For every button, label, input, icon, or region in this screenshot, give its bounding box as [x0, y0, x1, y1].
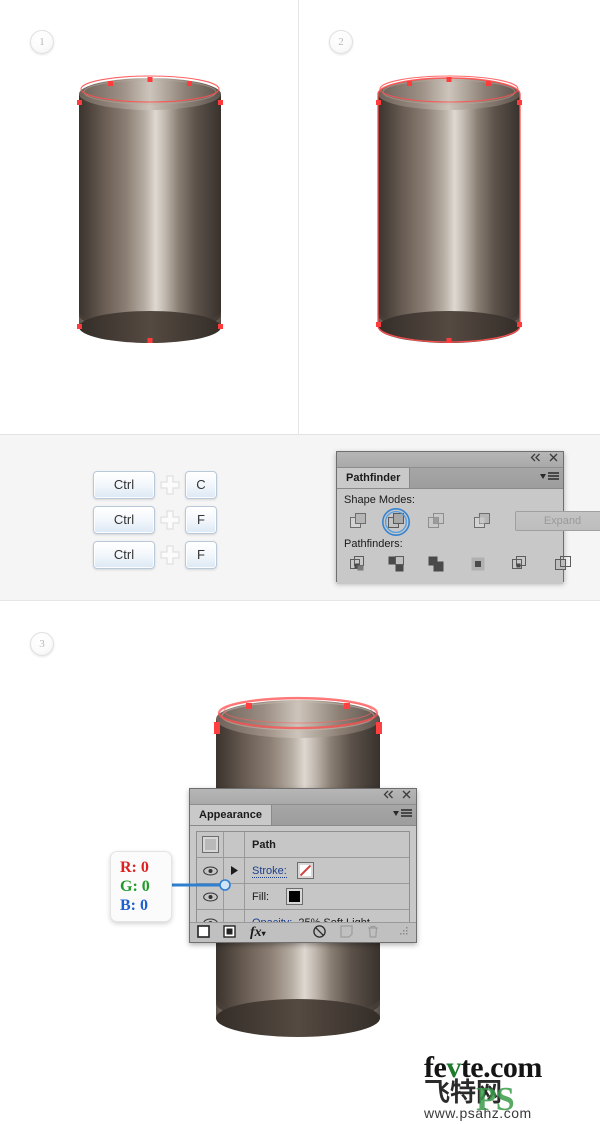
selected-ring-icon: [382, 508, 410, 536]
rgb-r-value: R: 0: [120, 859, 149, 876]
pathfinder-merge-button[interactable]: [423, 553, 449, 575]
pathfinder-titlebar: [337, 452, 563, 468]
pathfinder-divide-button[interactable]: [345, 553, 371, 575]
key-ctrl-2[interactable]: Ctrl: [93, 506, 155, 534]
shape-modes-label: Shape Modes:: [344, 494, 415, 506]
panel-menu-icon[interactable]: [393, 809, 412, 818]
appearance-object-label: Path: [252, 838, 276, 851]
key-ctrl-3[interactable]: Ctrl: [93, 541, 155, 569]
pathfinder-minus-back-button[interactable]: [550, 553, 576, 575]
collapse-icon[interactable]: [383, 790, 394, 799]
shortcut-row-3: Ctrl F: [93, 541, 217, 569]
fill-swatch-black-icon[interactable]: [286, 888, 304, 905]
resize-grip-icon[interactable]: [400, 926, 409, 939]
close-icon[interactable]: [549, 453, 558, 462]
appearance-titlebar: [190, 789, 416, 805]
key-c[interactable]: C: [185, 471, 217, 499]
pathfinders-label: Pathfinders:: [344, 538, 403, 550]
expand-button[interactable]: Expand: [515, 511, 600, 531]
appearance-tabbar: Appearance: [190, 805, 416, 826]
shape-mode-unite-button[interactable]: [345, 510, 371, 532]
key-f-2[interactable]: F: [185, 541, 217, 569]
shortcut-row-1: Ctrl C: [93, 471, 217, 499]
add-new-fill-icon[interactable]: [223, 924, 236, 941]
cylinder-artwork-step-1: [72, 72, 228, 357]
pathfinder-tabbar: Pathfinder: [337, 468, 563, 489]
clear-appearance-icon[interactable]: [312, 924, 326, 941]
add-new-stroke-icon[interactable]: [197, 924, 210, 941]
stroke-label[interactable]: Stroke:: [245, 864, 287, 878]
plus-icon: [155, 544, 185, 566]
key-f-1[interactable]: F: [185, 506, 217, 534]
step-3-section: 3 Appearance Path Stroke: Fill: fx▾ R: 0…: [0, 601, 600, 1124]
duplicate-item-icon[interactable]: [340, 924, 353, 941]
stroke-swatch-none-icon[interactable]: [296, 862, 314, 879]
object-thumbnail-icon: [201, 836, 219, 853]
tab-appearance[interactable]: Appearance: [190, 805, 272, 825]
plus-icon: [155, 509, 185, 531]
shape-mode-intersect-button[interactable]: [423, 510, 449, 532]
step-badge-2: 2: [329, 30, 353, 54]
collapse-icon[interactable]: [530, 453, 541, 462]
key-ctrl-1[interactable]: Ctrl: [93, 471, 155, 499]
fill-label: Fill:: [252, 890, 270, 903]
appearance-row-path[interactable]: Path: [197, 832, 409, 858]
add-new-effect-icon[interactable]: fx▾: [250, 925, 266, 941]
pathfinder-panel: Pathfinder Shape Modes: Expand Pathfinde…: [336, 451, 600, 584]
pathfinder-crop-button[interactable]: [465, 553, 491, 575]
section-divider: [298, 0, 299, 435]
rgb-b-value: B: 0: [120, 897, 148, 914]
close-icon[interactable]: [402, 790, 411, 799]
shortcuts-pathfinder-section: Ctrl C Ctrl F Ctrl F Pathfinder Shape Mo…: [0, 435, 600, 601]
pathfinder-trim-button[interactable]: [383, 553, 409, 575]
appearance-panel: Appearance Path Stroke: Fill: fx▾: [189, 788, 417, 943]
delete-item-icon[interactable]: [367, 925, 379, 941]
tab-pathfinder[interactable]: Pathfinder: [337, 468, 411, 488]
step-badge-1: 1: [30, 30, 54, 54]
appearance-footer-toolbar: fx▾: [190, 922, 416, 942]
watermark-ps-overlay: PS: [476, 1081, 515, 1118]
steps-1-2-section: 1 2: [0, 0, 600, 435]
rgb-color-callout: R: 0 G: 0 B: 0: [110, 851, 172, 922]
cylinder-artwork-step-2: [371, 72, 527, 357]
shape-mode-minus-front-button[interactable]: [382, 508, 410, 536]
shape-mode-exclude-button[interactable]: [469, 510, 495, 532]
watermark: fevte.com 飞特网 PS www.psahz.com: [424, 1053, 594, 1123]
panel-menu-icon[interactable]: [540, 472, 559, 481]
shortcut-row-2: Ctrl F: [93, 506, 217, 534]
pathfinder-outline-button[interactable]: [507, 553, 533, 575]
step-badge-3: 3: [30, 632, 54, 656]
plus-icon: [155, 474, 185, 496]
rgb-g-value: G: 0: [120, 878, 150, 895]
